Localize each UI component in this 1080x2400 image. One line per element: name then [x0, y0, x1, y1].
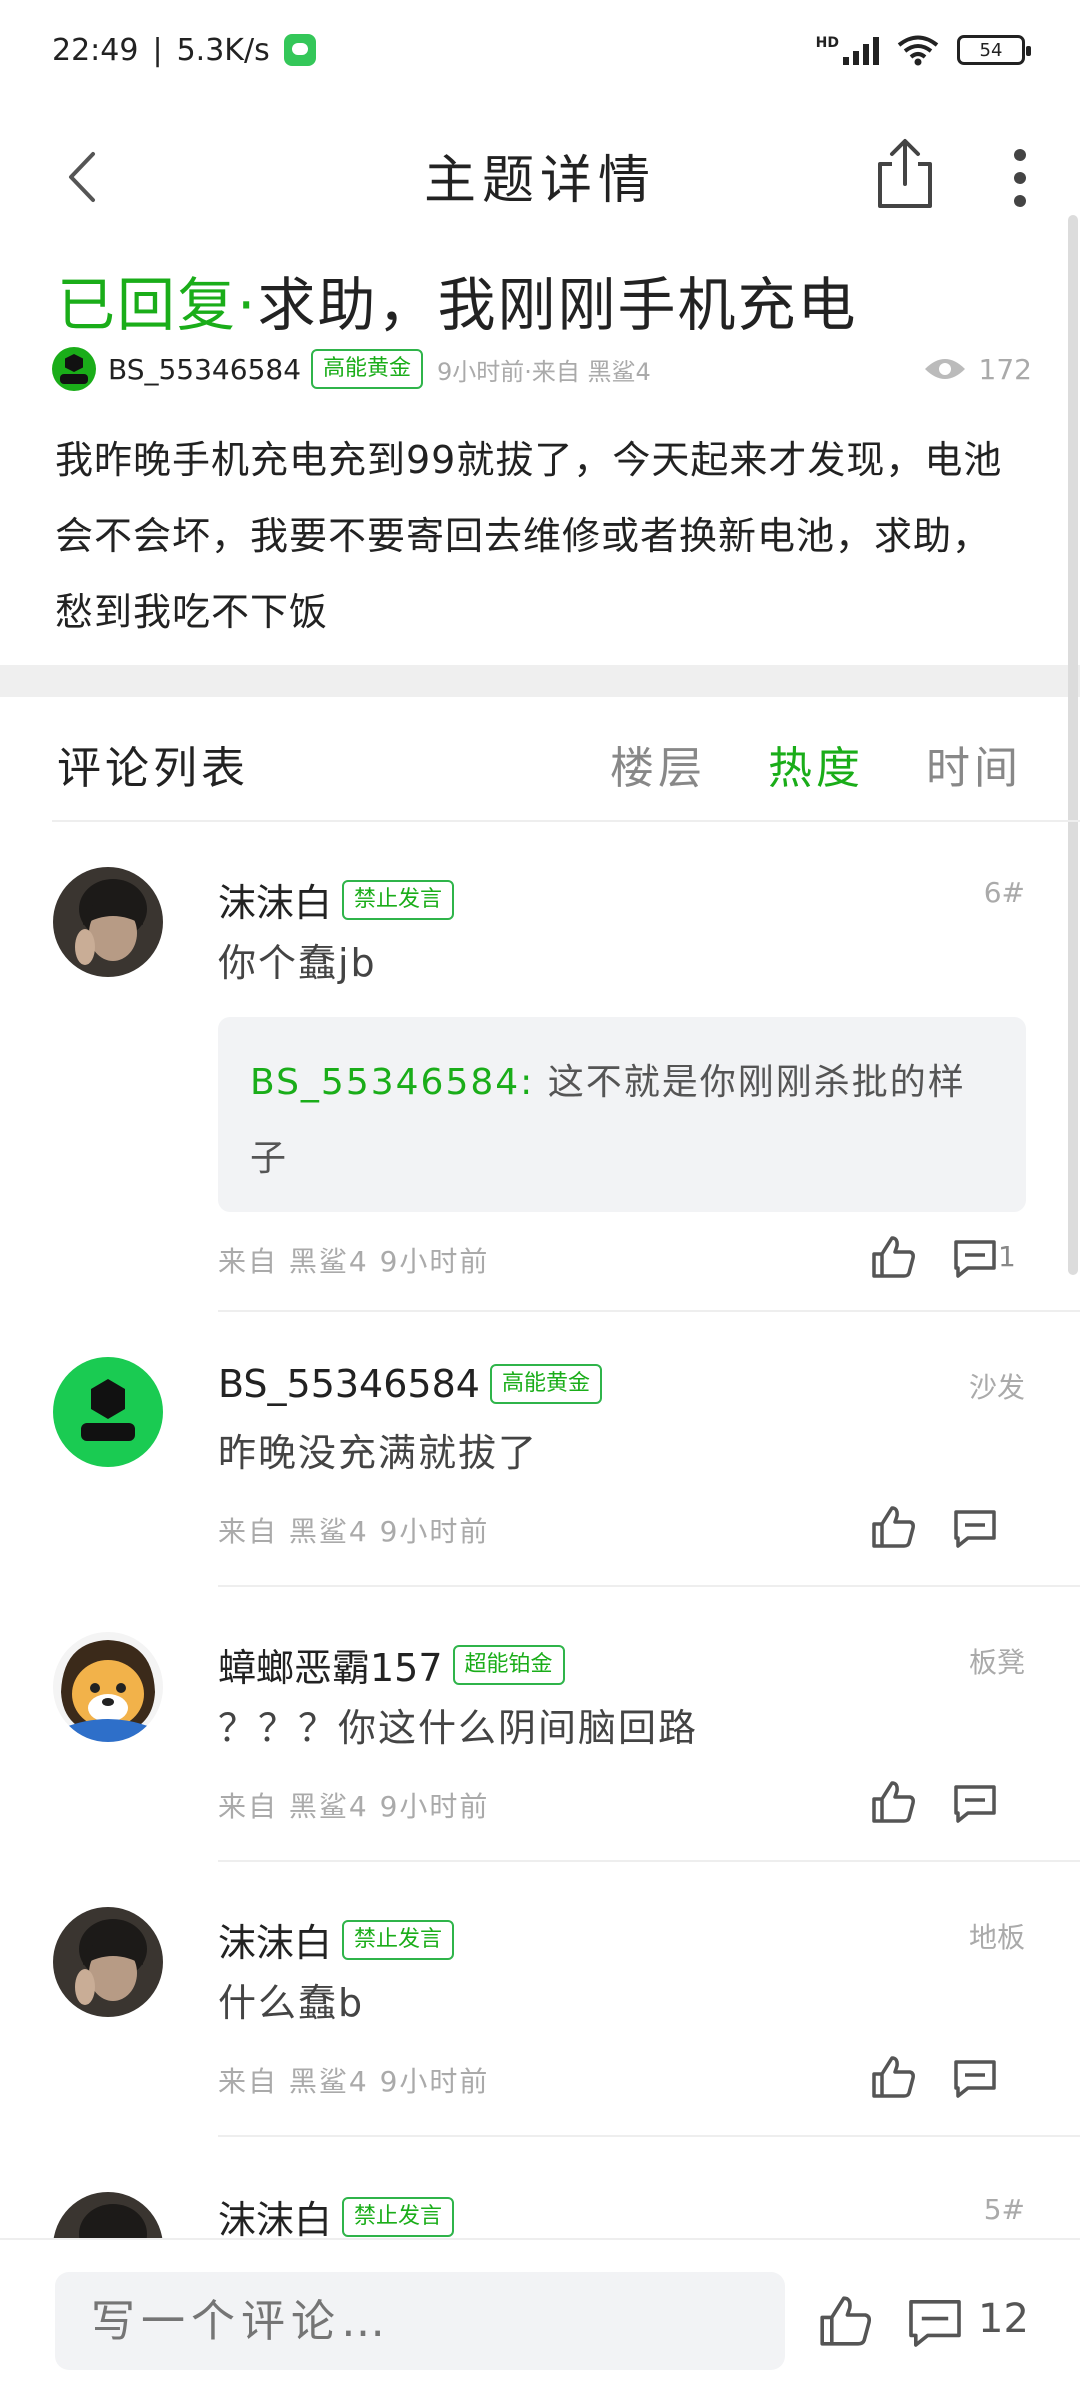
comments-icon[interactable] [905, 2291, 965, 2351]
replied-label: 已回复· [57, 271, 258, 339]
share-icon[interactable] [870, 134, 940, 214]
quoted-user[interactable]: BS_55346584: [250, 1062, 534, 1103]
hd-label: HD [815, 35, 839, 51]
comment-author[interactable]: BS_55346584 [218, 1362, 480, 1406]
comment-author-row: 蟑螂恶霸157 超能铂金 [218, 1637, 565, 1692]
comment-author-row: BS_55346584 高能黄金 [218, 1362, 602, 1406]
user-avatar[interactable] [53, 867, 163, 977]
battery-icon: 54 [957, 35, 1031, 65]
view-count-value: 172 [978, 352, 1032, 386]
comment-item[interactable]: BS_55346584 高能黄金 沙发 昨晚没充满就拔了 来自 黑鲨4 9小时前 [0, 1312, 1080, 1587]
reply-count: 1 [998, 1240, 1016, 1273]
author-badge: 高能黄金 [311, 349, 424, 389]
comment-item[interactable]: 沫沫白 禁止发言 5# [0, 2137, 1080, 2238]
status-separator: | [152, 32, 163, 68]
post-time-device: 9小时前·来自 黑鲨4 [437, 357, 651, 386]
reply-icon[interactable] [950, 1232, 1000, 1282]
user-badge: 禁止发言 [342, 879, 455, 920]
comment-item[interactable]: 蟑螂恶霸157 超能铂金 板凳 ？？？你这什么阴间脑回路 来自 黑鲨4 9小时前 [0, 1587, 1080, 1862]
thumb-up-icon[interactable] [868, 1232, 918, 1282]
user-badge: 禁止发言 [342, 2196, 455, 2237]
user-avatar[interactable] [53, 1632, 163, 1742]
reply-icon[interactable] [950, 1502, 1000, 1552]
comment-footer: 来自 黑鲨4 9小时前 [218, 1515, 490, 1548]
comments-title: 评论列表 [57, 743, 249, 794]
status-time: 22:49 [52, 32, 139, 68]
post-title: 已回复·求助，我刚刚手机充电 [57, 258, 857, 342]
battery-level: 54 [979, 39, 1003, 61]
user-badge: 禁止发言 [342, 1919, 455, 1960]
user-avatar[interactable] [53, 1907, 163, 2017]
comment-author-row: 沫沫白 禁止发言 [218, 872, 455, 927]
comment-item[interactable]: 沫沫白 禁止发言 地板 什么蠢b 来自 黑鲨4 9小时前 [0, 1862, 1080, 2137]
tab-floor[interactable]: 楼层 [610, 732, 706, 796]
comment-author-row: 沫沫白 禁止发言 [218, 1912, 455, 1967]
status-net-speed: 5.3K/s [176, 32, 270, 68]
user-avatar[interactable] [53, 2192, 163, 2238]
eye-icon [924, 359, 965, 379]
thumb-up-icon[interactable] [868, 1502, 918, 1552]
status-right: HD 54 [815, 34, 1031, 66]
comment-count: 12 [978, 2296, 1029, 2342]
post-meta: BS_55346584 高能黄金 9小时前·来自 黑鲨4 172 [52, 344, 1032, 394]
more-icon[interactable] [995, 138, 1045, 218]
top-app-bar: 主题详情 [0, 100, 1080, 250]
reply-icon[interactable] [950, 2052, 1000, 2102]
comment-author[interactable]: 沫沫白 [218, 1912, 332, 1967]
tab-hot[interactable]: 热度 [768, 732, 864, 796]
section-divider [0, 665, 1080, 697]
page-title: 主题详情 [423, 150, 656, 211]
quoted-reply[interactable]: BS_55346584: 这不就是你刚刚杀批的样子 [218, 1017, 1026, 1212]
signal-icon [843, 35, 879, 65]
status-bar: 22:49 | 5.3K/s HD 54 [0, 0, 1080, 100]
comment-item[interactable]: 沫沫白 禁止发言 6# 你个蠢jb BS_55346584: 这不就是你刚刚杀批… [0, 822, 1080, 1312]
floor-number: 地板 [968, 1921, 1025, 1954]
user-badge: 高能黄金 [489, 1364, 602, 1404]
comment-footer: 来自 黑鲨4 9小时前 [218, 1790, 490, 1823]
comment-author-row: 沫沫白 禁止发言 [218, 2189, 455, 2238]
post-title-text: 求助，我刚刚手机充电 [257, 271, 858, 339]
notification-app-icon [283, 34, 316, 66]
view-count: 172 [923, 353, 1032, 386]
wifi-icon [897, 35, 939, 66]
sort-tabs: 楼层 热度 时间 [610, 732, 1022, 796]
user-avatar[interactable] [53, 1357, 163, 1467]
floor-number: 沙发 [968, 1371, 1025, 1404]
back-icon[interactable] [55, 142, 115, 212]
comment-footer: 来自 黑鲨4 9小时前 [218, 2065, 490, 2098]
status-left: 22:49 | 5.3K/s [52, 33, 316, 68]
post-author[interactable]: BS_55346584 [108, 353, 301, 386]
comment-text: 你个蠢jb [218, 941, 377, 985]
comment-text: ？？？你这什么阴间脑回路 [218, 1706, 699, 1750]
author-avatar[interactable] [52, 347, 96, 391]
comments-header: 评论列表 楼层 热度 时间 [0, 697, 1080, 822]
bottom-bar: 12 [0, 2238, 1080, 2400]
reply-icon[interactable] [950, 1777, 1000, 1827]
floor-number: 6# [983, 876, 1025, 909]
user-badge: 超能铂金 [452, 1644, 565, 1685]
thumb-up-icon[interactable] [868, 2052, 918, 2102]
comment-text: 昨晚没充满就拔了 [218, 1431, 539, 1475]
comment-author[interactable]: 沫沫白 [218, 872, 332, 927]
floor-number: 5# [983, 2193, 1025, 2226]
thumb-up-icon[interactable] [868, 1777, 918, 1827]
comment-text: 什么蠢b [218, 1981, 365, 2025]
floor-number: 板凳 [968, 1646, 1025, 1679]
comment-author[interactable]: 沫沫白 [218, 2189, 332, 2238]
thumb-up-icon[interactable] [815, 2291, 875, 2351]
post-body: 我昨晚手机充电充到99就拔了，今天起来才发现，电池会不会坏，我要不要寄回去维修或… [55, 438, 1003, 634]
tab-time[interactable]: 时间 [926, 732, 1022, 796]
comment-input[interactable] [55, 2272, 785, 2370]
comment-author[interactable]: 蟑螂恶霸157 [218, 1637, 443, 1692]
comment-footer: 来自 黑鲨4 9小时前 [218, 1245, 490, 1278]
